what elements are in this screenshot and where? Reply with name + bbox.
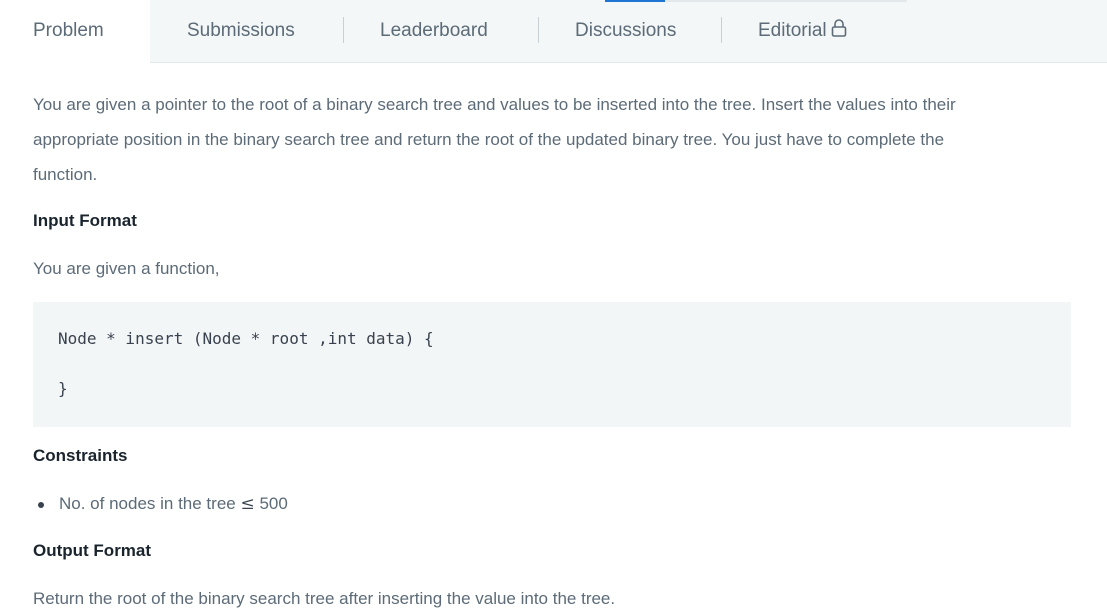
input-format-heading: Input Format	[33, 211, 137, 230]
input-format-text: You are given a function,	[33, 259, 220, 278]
tab-problem[interactable]: Problem	[0, 0, 150, 63]
tab-separator	[721, 17, 722, 43]
constraints-list: No. of nodes in the tree ≤ 500	[33, 493, 288, 515]
statement-line: function.	[33, 165, 98, 184]
code-line: }	[58, 379, 68, 398]
constraints-heading: Constraints	[33, 446, 128, 465]
tab-discussions[interactable]: Discussions	[575, 0, 676, 62]
tab-leaderboard-label: Leaderboard	[380, 20, 488, 41]
code-block: Node * insert (Node * root ,int data) { …	[33, 302, 1071, 427]
tab-editorial-label: Editorial	[758, 20, 827, 41]
lock-icon	[831, 2, 847, 64]
tab-separator	[538, 17, 539, 43]
tab-separator	[343, 17, 344, 43]
statement-line: appropriate position in the binary searc…	[33, 130, 945, 149]
bullet-icon	[38, 502, 44, 508]
problem-tabbar: Problem Submissions Leaderboard Discussi…	[0, 0, 1107, 63]
code-line: Node * insert (Node * root ,int data) {	[58, 329, 434, 348]
tab-problem-label: Problem	[33, 20, 104, 41]
constraint-value: 500	[259, 494, 288, 513]
tab-submissions[interactable]: Submissions	[187, 0, 295, 62]
tab-discussions-label: Discussions	[575, 20, 677, 41]
constraint-operator: ≤	[240, 494, 255, 514]
problem-statement: You are given a pointer to the root of a…	[33, 87, 1093, 192]
list-item: No. of nodes in the tree ≤ 500	[33, 493, 288, 515]
output-format-text: Return the root of the binary search tre…	[33, 589, 616, 608]
tab-editorial[interactable]: Editorial	[758, 0, 847, 62]
tab-leaderboard[interactable]: Leaderboard	[380, 0, 488, 62]
statement-line: You are given a pointer to the root of a…	[33, 95, 956, 114]
output-format-heading: Output Format	[33, 541, 152, 560]
tab-submissions-label: Submissions	[187, 20, 295, 41]
constraint-text: No. of nodes in the tree	[59, 494, 236, 513]
